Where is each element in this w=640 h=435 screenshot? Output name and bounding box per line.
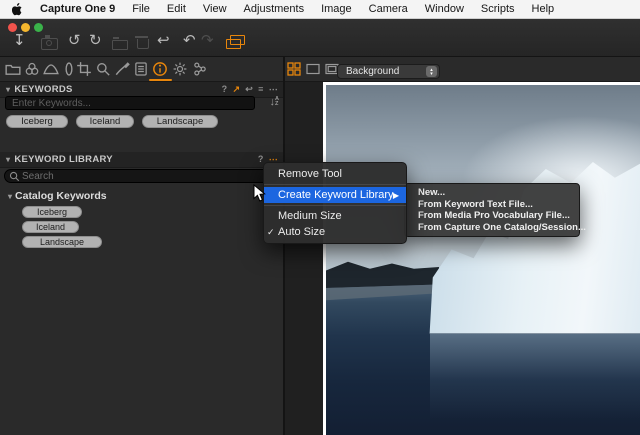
sort-z: Z: [275, 102, 279, 107]
submenu-arrow-icon: ▶: [393, 191, 399, 200]
menu-item-label: Create Keyword Library: [278, 189, 394, 201]
photo-reflection: [430, 334, 640, 435]
submenu-item-new[interactable]: New...: [405, 187, 579, 199]
keyword-library-title: KEYWORD LIBRARY: [14, 154, 113, 165]
undo-icon[interactable]: ↶: [183, 33, 196, 49]
keyword-tag[interactable]: Iceberg: [6, 115, 68, 128]
menu-item-medium-size[interactable]: Medium Size: [264, 208, 406, 224]
capture-icon[interactable]: [41, 38, 58, 50]
presets-icon[interactable]: ≡: [258, 85, 264, 94]
main-toolbar: ↧ ↺ ↻ ↩ ↶ ↷: [0, 19, 640, 57]
more-icon[interactable]: ⋯: [269, 85, 278, 94]
reset-icon[interactable]: ↩: [245, 85, 253, 94]
tab-library-icon[interactable]: [5, 61, 21, 77]
menu-adjustments[interactable]: Adjustments: [244, 3, 305, 15]
tool-tab-strip: [0, 57, 640, 82]
single-view-icon[interactable]: [306, 62, 320, 81]
reset-adjustments-icon[interactable]: ↩: [157, 33, 170, 49]
import-icon[interactable]: ↧: [13, 33, 26, 49]
menu-item-label: Auto Size: [278, 226, 325, 238]
collapse-chevron-icon[interactable]: ▾: [6, 85, 10, 94]
tool-context-menu: Remove Tool Create Keyword Library ▶ Med…: [263, 162, 407, 244]
library-search: [4, 169, 279, 183]
tab-exposure-icon[interactable]: [43, 61, 59, 77]
submenu-item-from-catalog-session[interactable]: From Capture One Catalog/Session...: [405, 222, 579, 234]
keyword-tags: Iceberg Iceland Landscape: [6, 115, 218, 128]
library-search-input[interactable]: [20, 170, 254, 183]
multi-view-icon[interactable]: [287, 62, 301, 81]
library-keyword[interactable]: Iceland: [22, 221, 79, 233]
apple-icon[interactable]: [12, 3, 23, 16]
tab-lens-icon[interactable]: [61, 61, 77, 77]
submenu-item-from-media-pro[interactable]: From Media Pro Vocabulary File...: [405, 210, 579, 222]
menu-separator: [264, 184, 406, 185]
menu-view[interactable]: View: [203, 3, 227, 15]
menu-item-remove-tool[interactable]: Remove Tool: [264, 166, 406, 182]
left-panel: ▾ KEYWORDS ? ↗ ↩ ≡ ⋯ ↓ AZ Iceberg Icelan…: [0, 82, 283, 435]
keyword-tag[interactable]: Iceland: [76, 115, 134, 128]
background-select[interactable]: Background ▴ ▾: [337, 64, 440, 79]
redo-icon[interactable]: ↷: [201, 33, 214, 49]
stepper-icon[interactable]: ▴ ▾: [426, 66, 437, 77]
menu-help[interactable]: Help: [532, 3, 555, 15]
keyword-library-header: ▾ KEYWORD LIBRARY ? ⋯: [0, 152, 283, 168]
tab-crop-icon[interactable]: [76, 61, 92, 77]
tab-brush-icon[interactable]: [114, 61, 130, 77]
trash-icon[interactable]: [137, 39, 149, 49]
help-icon[interactable]: ?: [258, 155, 264, 164]
background-select-value: Background: [346, 66, 399, 77]
minimize-window-button[interactable]: [21, 23, 30, 32]
menu-image[interactable]: Image: [321, 3, 352, 15]
app-title[interactable]: Capture One 9: [40, 3, 115, 15]
zoom-window-button[interactable]: [34, 23, 43, 32]
copy-settings-icon[interactable]: [226, 39, 241, 49]
iceberg-photo: [323, 82, 640, 435]
catalog-keywords-label: Catalog Keywords: [15, 190, 107, 202]
tab-output-icon[interactable]: [192, 61, 208, 77]
tab-settings-icon[interactable]: [172, 61, 188, 77]
submenu-item-from-keyword-text-file[interactable]: From Keyword Text File...: [405, 199, 579, 211]
sort-keywords-icon[interactable]: ↓ AZ: [270, 96, 279, 108]
tab-metadata-icon[interactable]: [133, 61, 149, 77]
enter-keywords-input[interactable]: [5, 96, 255, 110]
export-folder-icon[interactable]: [112, 40, 128, 50]
menubar: Capture One 9 File Edit View Adjustments…: [0, 0, 640, 19]
search-icon: [9, 171, 20, 182]
keywords-title: KEYWORDS: [14, 84, 72, 95]
collapse-chevron-icon[interactable]: ▾: [6, 155, 10, 164]
library-keyword[interactable]: Iceberg: [22, 206, 82, 218]
active-tab-underline: [149, 79, 172, 81]
library-keyword[interactable]: Landscape: [22, 236, 102, 248]
tree-chevron-icon: ▾: [8, 192, 12, 201]
check-icon: ✓: [267, 227, 275, 238]
mouse-cursor: [253, 184, 266, 208]
menu-window[interactable]: Window: [425, 3, 464, 15]
catalog-keywords-node[interactable]: ▾ Catalog Keywords: [8, 190, 107, 202]
stepper-down-icon: ▾: [430, 72, 433, 76]
menu-scripts[interactable]: Scripts: [481, 3, 515, 15]
menu-edit[interactable]: Edit: [167, 3, 186, 15]
help-icon[interactable]: ?: [222, 85, 228, 94]
close-window-button[interactable]: [8, 23, 17, 32]
rotate-left-icon[interactable]: ↺: [68, 33, 81, 49]
capture-one-window: Capture One 9 File Edit View Adjustments…: [0, 0, 640, 435]
tab-loupe-icon[interactable]: [95, 61, 111, 77]
keyword-tag[interactable]: Landscape: [142, 115, 218, 128]
menu-separator: [264, 205, 406, 206]
menu-item-auto-size[interactable]: ✓ Auto Size: [264, 224, 406, 240]
apply-arrow-icon[interactable]: ↗: [232, 85, 240, 94]
rotate-right-icon[interactable]: ↻: [89, 33, 102, 49]
menu-file[interactable]: File: [132, 3, 150, 15]
tab-info-icon-active[interactable]: [152, 61, 168, 77]
create-keyword-library-submenu: New... From Keyword Text File... From Me…: [404, 183, 580, 237]
menu-camera[interactable]: Camera: [369, 3, 408, 15]
menu-item-create-keyword-library[interactable]: Create Keyword Library ▶: [264, 187, 406, 203]
tab-color-icon[interactable]: [24, 61, 40, 77]
